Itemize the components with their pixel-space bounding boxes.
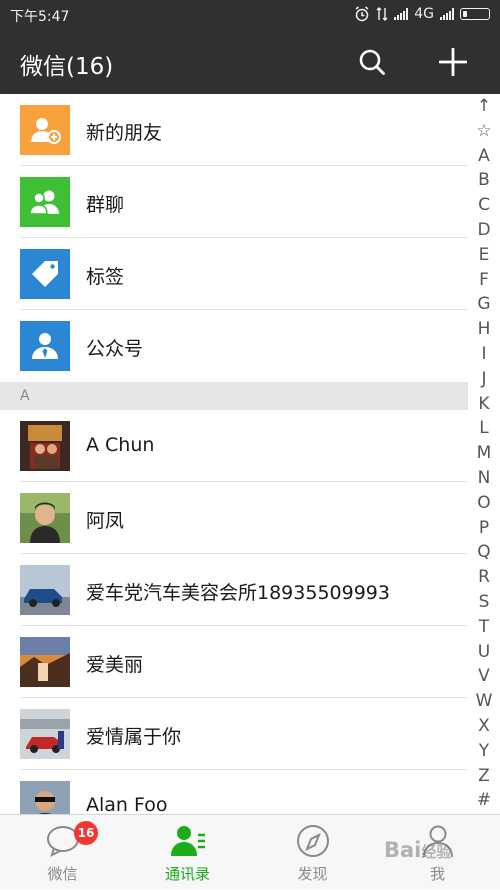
- index-letter[interactable]: #: [477, 788, 491, 813]
- contact-name: 爱情属于你: [86, 726, 182, 748]
- index-letter[interactable]: L: [479, 416, 488, 441]
- shortcut-tags[interactable]: 标签: [0, 238, 468, 310]
- plus-icon: [439, 48, 467, 76]
- index-letter[interactable]: Q: [477, 540, 490, 565]
- index-letter[interactable]: T: [479, 615, 489, 640]
- group-chat-icon: [20, 177, 70, 227]
- alarm-icon: [355, 6, 369, 22]
- index-letter[interactable]: P: [479, 516, 489, 541]
- contact-name: 阿凤: [86, 510, 125, 532]
- index-letter[interactable]: H: [478, 317, 491, 342]
- avatar: [20, 493, 70, 543]
- index-letter[interactable]: F: [479, 268, 489, 293]
- index-letter[interactable]: O: [477, 491, 490, 516]
- shortcut-group-chat[interactable]: 群聊: [0, 166, 468, 238]
- shortcut-label: 公众号: [86, 338, 144, 360]
- index-letter[interactable]: K: [478, 392, 489, 417]
- index-letter[interactable]: N: [478, 466, 491, 491]
- index-letter[interactable]: G: [477, 292, 490, 317]
- contact-row[interactable]: A Chun: [0, 410, 468, 482]
- status-bar: 下午5:47 4G: [0, 0, 500, 30]
- index-letter[interactable]: A: [478, 144, 490, 169]
- index-letter[interactable]: J: [481, 367, 486, 392]
- watermark: Bai经验: [384, 838, 452, 862]
- status-time: 下午5:47: [10, 9, 70, 25]
- unread-badge: 16: [74, 821, 98, 845]
- search-icon: [359, 49, 385, 75]
- shortcut-label: 群聊: [86, 194, 125, 216]
- contact-row[interactable]: 阿凤: [0, 482, 468, 554]
- contact-row[interactable]: 爱美丽: [0, 626, 468, 698]
- index-letter[interactable]: ☆: [476, 119, 491, 144]
- index-letter[interactable]: M: [477, 441, 492, 466]
- index-letter[interactable]: R: [478, 565, 490, 590]
- signal-icon-2: [440, 8, 454, 20]
- shortcut-label: 新的朋友: [86, 122, 163, 144]
- signal-icon: [394, 8, 409, 20]
- official-accounts-icon: [20, 321, 70, 371]
- tag-icon: [20, 249, 70, 299]
- network-type: 4G: [414, 6, 434, 22]
- compass-icon: [297, 825, 329, 857]
- contact-name: Alan Foo: [86, 794, 168, 814]
- index-letter[interactable]: D: [477, 218, 490, 243]
- index-letter[interactable]: B: [478, 168, 490, 193]
- index-letter[interactable]: U: [478, 640, 490, 665]
- avatar: [20, 637, 70, 687]
- tab-chats[interactable]: 16 微信: [0, 815, 125, 890]
- avatar: [20, 421, 70, 471]
- avatar: [20, 709, 70, 759]
- tab-label: 我: [429, 865, 445, 883]
- contact-name: A Chun: [86, 434, 155, 456]
- search-button[interactable]: [352, 42, 392, 82]
- index-letter[interactable]: C: [478, 193, 490, 218]
- section-header: A: [0, 382, 468, 410]
- contacts-icon: [171, 826, 205, 856]
- page-title: 微信(16): [20, 54, 114, 80]
- status-icons: 4G: [354, 6, 490, 22]
- contact-list[interactable]: 新的朋友 群聊 标签 公众号 A A Chun 阿凤 爱车党汽车美容会所1893…: [0, 94, 468, 814]
- index-letter[interactable]: ↑: [477, 94, 491, 119]
- shortcut-label: 标签: [86, 266, 125, 288]
- index-letter[interactable]: V: [478, 664, 490, 689]
- avatar: [20, 565, 70, 615]
- shortcut-official-accounts[interactable]: 公众号: [0, 310, 468, 382]
- tab-label: 微信: [47, 865, 78, 883]
- index-letter[interactable]: X: [478, 714, 490, 739]
- contact-name: 爱美丽: [86, 654, 144, 676]
- battery-icon: [460, 8, 490, 20]
- alphabet-index[interactable]: ↑ ☆ A B C D E F G H I J K L M N O P Q R S T U V W X Y Z #: [468, 94, 500, 814]
- shortcut-new-friends[interactable]: 新的朋友: [0, 94, 468, 166]
- add-button[interactable]: [433, 42, 473, 82]
- contact-row[interactable]: 爱情属于你: [0, 698, 468, 770]
- avatar: [20, 781, 70, 814]
- index-letter[interactable]: W: [476, 689, 493, 714]
- index-letter[interactable]: E: [479, 243, 490, 268]
- index-letter[interactable]: Y: [479, 739, 489, 764]
- app-bar: 微信(16): [0, 30, 500, 94]
- contact-row[interactable]: 爱车党汽车美容会所18935509993: [0, 554, 468, 626]
- index-letter[interactable]: S: [479, 590, 490, 615]
- tab-label: 通讯录: [164, 865, 210, 883]
- contact-row[interactable]: Alan Foo: [0, 770, 468, 814]
- contact-name: 爱车党汽车美容会所18935509993: [86, 582, 390, 604]
- tab-label: 发现: [297, 865, 328, 883]
- data-transfer-icon: [376, 7, 388, 21]
- new-friends-icon: [20, 105, 70, 155]
- tab-contacts[interactable]: 通讯录: [125, 815, 250, 890]
- index-letter[interactable]: Z: [478, 764, 490, 789]
- index-letter[interactable]: I: [481, 342, 486, 367]
- tab-discover[interactable]: 发现: [250, 815, 375, 890]
